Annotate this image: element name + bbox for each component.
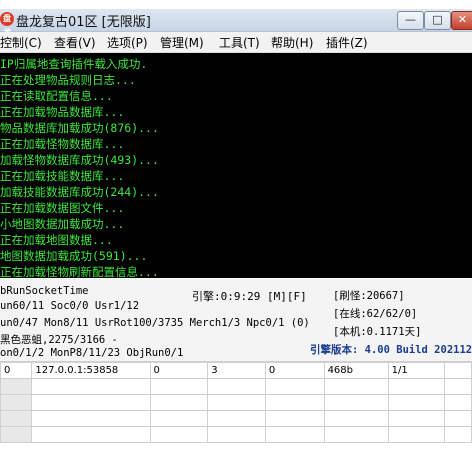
menu-bar: 控制(C) 查看(V) 选项(P) 管理(M) 工具(T) 帮助(H) 插件(Z…	[0, 32, 472, 53]
table-row[interactable]	[0, 426, 472, 443]
menu-plugins[interactable]: 插件(Z)	[326, 34, 368, 51]
log-line: 正在加载数据图文件...	[0, 201, 125, 215]
window-title: 盘龙复古01区 [无限版]	[16, 15, 151, 30]
status-panel: bRunSocketTime un60/11 Soc0/0 Usr1/12 un…	[0, 279, 472, 362]
log-line: 加载怪物数据库成功(493)...	[0, 153, 159, 167]
log-line: 正在加载技能数据库...	[0, 169, 125, 183]
cropped-background-window	[0, 0, 472, 9]
log-line: 加载技能数据库成功(244)...	[0, 185, 159, 199]
log-console[interactable]: IP归属地查询插件载入成功. 正在处理物品规则日志... 正在读取配置信息...…	[0, 53, 472, 278]
cell-value: 3	[207, 362, 266, 379]
connection-grid[interactable]: 0 127.0.0.1:53858 0 3 0 468b 1/1	[0, 362, 472, 449]
row-header	[0, 426, 33, 443]
maximize-button[interactable]: □	[424, 11, 451, 30]
log-line: 正在加载物品数据库...	[0, 105, 125, 119]
menu-control[interactable]: 控制(C)	[0, 34, 42, 51]
status-run-counts: un60/11 Soc0/0 Usr1/12	[0, 300, 140, 312]
minimize-button[interactable]: —	[397, 11, 424, 30]
local-run-time: [本机:0.1171天]	[333, 326, 422, 338]
log-line: 正在处理物品规则日志...	[0, 73, 136, 87]
cell-count: 1/1	[387, 362, 445, 379]
log-line: 正在读取配置信息...	[0, 89, 113, 103]
status-object-counts: un0/47 Mon8/11 UsrRot100/3735 Merch1/3 N…	[0, 317, 310, 329]
menu-help[interactable]: 帮助(H)	[271, 34, 313, 51]
window-titlebar[interactable]: 盘龙 盘龙复古01区 [无限版] — □ ✕	[0, 9, 472, 37]
engine-uptime: 引擎:0:9:29 [M][F]	[192, 290, 307, 303]
row-header	[0, 378, 33, 395]
cell-address: 127.0.0.1:53858	[31, 362, 151, 379]
log-line: 地图数据加载成功(591)...	[0, 249, 148, 263]
log-line: 正在加载怪物数据库...	[0, 137, 125, 151]
table-row[interactable]	[0, 410, 472, 427]
log-line: 物品数据库加载成功(876)...	[0, 121, 159, 135]
status-socket-time: bRunSocketTime	[0, 285, 89, 297]
menu-options[interactable]: 选项(P)	[107, 34, 148, 51]
monster-refresh-count: [刷怪:20667]	[333, 290, 405, 302]
menu-tools[interactable]: 工具(T)	[219, 34, 260, 51]
status-map-objects: on0/1/2 MonP8/11/23 ObjRun0/1	[0, 347, 184, 359]
row-header	[0, 394, 33, 411]
log-line: 小地图数据加载成功...	[0, 217, 125, 231]
online-count: [在线:62/62/0]	[333, 308, 418, 320]
close-button[interactable]: ✕	[451, 11, 472, 30]
app-logo-icon: 盘龙	[0, 12, 14, 37]
menu-view[interactable]: 查看(V)	[54, 34, 96, 51]
log-line: 正在加载怪物刷新配置信息...	[0, 265, 159, 278]
row-header	[0, 410, 33, 427]
table-row[interactable]: 0 127.0.0.1:53858 0 3 0 468b 1/1	[0, 362, 472, 379]
log-line: 正在加载地图数据...	[0, 233, 113, 247]
cell-value: 0	[149, 362, 209, 379]
cell-value: 0	[264, 362, 325, 379]
table-row[interactable]	[0, 394, 472, 411]
engine-version: 引擎版本: 4.00 Build 2021121	[310, 344, 472, 356]
cell-index: 0	[0, 362, 33, 379]
table-row[interactable]	[0, 378, 472, 395]
status-last-monster: 黑色恶蛆,2275/3166 -	[0, 334, 118, 346]
log-line: IP归属地查询插件载入成功.	[0, 57, 148, 71]
cell-bytes: 468b	[323, 362, 389, 379]
cell-empty	[443, 362, 472, 379]
menu-manage[interactable]: 管理(M)	[160, 34, 204, 51]
